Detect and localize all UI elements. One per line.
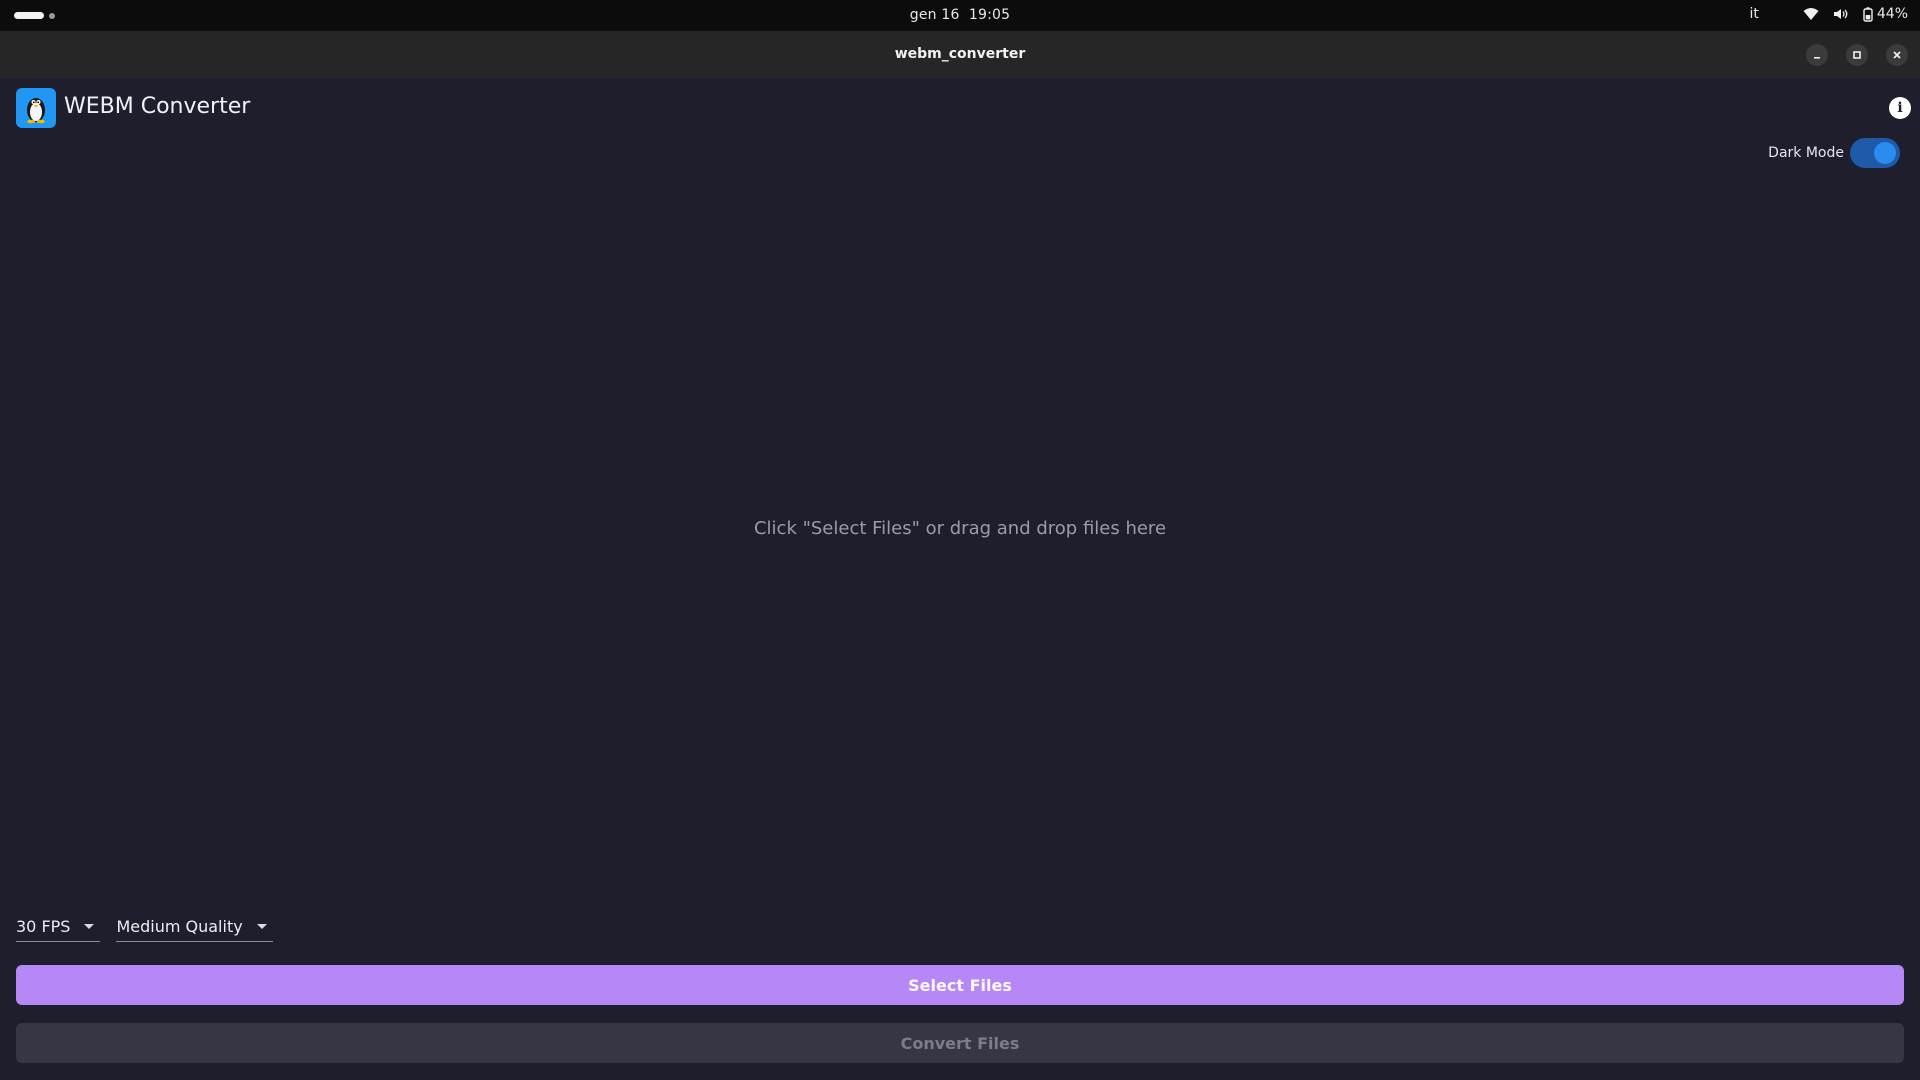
chevron-down-icon <box>256 924 267 929</box>
maximize-icon <box>1853 51 1861 59</box>
maximize-button[interactable] <box>1846 44 1868 66</box>
minimize-icon <box>1814 57 1820 59</box>
fps-select-value: 30 FPS <box>16 917 71 936</box>
toggle-knob <box>1874 142 1896 164</box>
convert-files-button[interactable]: Convert Files <box>16 1023 1904 1063</box>
dropzone-hint: Click "Select Files" or drag and drop fi… <box>753 518 1167 539</box>
quality-select-value: Medium Quality <box>116 917 243 936</box>
wifi-icon <box>1803 7 1819 21</box>
app-title: WEBM Converter <box>64 94 251 119</box>
keyboard-language[interactable]: it <box>1749 6 1758 22</box>
clock[interactable]: gen 16 19:05 <box>0 7 1920 23</box>
app-main: WEBM Converter i Dark Mode Click "Select… <box>0 78 1920 1080</box>
battery-indicator: 44% <box>1863 6 1908 22</box>
clock-date: gen 16 <box>909 7 960 23</box>
battery-percent: 44% <box>1876 6 1908 22</box>
close-button[interactable] <box>1886 44 1908 66</box>
fps-select[interactable]: 30 FPS <box>16 912 101 942</box>
app-logo <box>16 88 56 128</box>
system-top-bar: gen 16 19:05 it 44% <box>0 0 1920 31</box>
chevron-down-icon <box>84 924 95 929</box>
clock-time: 19:05 <box>968 7 1011 23</box>
dark-mode-label: Dark Mode <box>1768 145 1844 161</box>
window-title-bar[interactable]: webm_converter <box>0 31 1920 78</box>
dark-mode-toggle[interactable] <box>1850 138 1900 168</box>
minimize-button[interactable] <box>1806 44 1828 66</box>
dark-mode-control[interactable]: Dark Mode <box>1768 138 1900 168</box>
volume-icon <box>1833 7 1849 21</box>
info-icon[interactable]: i <box>1889 97 1911 119</box>
penguin-icon <box>27 98 45 124</box>
close-icon <box>1893 51 1901 59</box>
quality-select[interactable]: Medium Quality <box>116 912 273 942</box>
options-row: 30 FPS Medium Quality <box>16 912 273 942</box>
battery-icon <box>1863 6 1873 22</box>
system-tray[interactable]: it 44% <box>1749 6 1908 22</box>
window-title: webm_converter <box>894 46 1026 62</box>
select-files-button[interactable]: Select Files <box>16 965 1904 1005</box>
